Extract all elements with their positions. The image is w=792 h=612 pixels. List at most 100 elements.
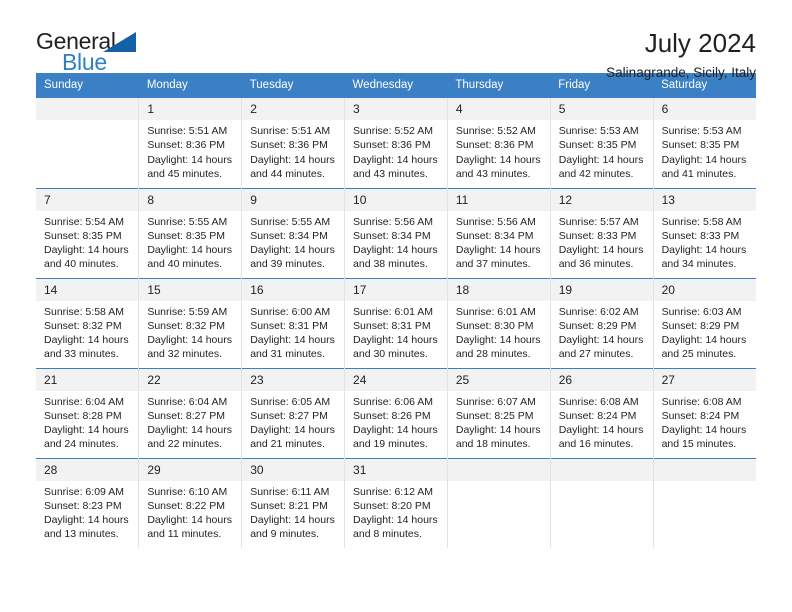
sunrise-text: Sunrise: 6:07 AM bbox=[455, 395, 536, 408]
day-cell[interactable]: 31 Sunrise: 6:12 AM Sunset: 8:20 PM Dayligh… bbox=[344, 457, 448, 548]
day-cell[interactable]: 3 Sunrise: 5:52 AM Sunset: 8:36 PM Daylight… bbox=[344, 98, 448, 188]
sunset-text: Sunset: 8:21 PM bbox=[250, 499, 328, 512]
daylight-text-line1: Daylight: 14 hours bbox=[147, 424, 232, 437]
sunset-text: Sunset: 8:35 PM bbox=[147, 229, 225, 242]
day-cell-inner bbox=[550, 458, 653, 549]
daylight-text-line1: Daylight: 14 hours bbox=[147, 153, 232, 166]
daylight-text-line2: and 18 minutes. bbox=[455, 438, 531, 451]
day-cell[interactable]: 9 Sunrise: 5:55 AM Sunset: 8:34 PM Daylight… bbox=[241, 187, 346, 278]
day-info: Sunrise: 5:55 AM Sunset: 8:34 PM Daylight:… bbox=[242, 211, 344, 272]
day-cell-empty bbox=[36, 98, 140, 188]
day-cell-inner: 25 Sunrise: 6:07 AM Sunset: 8:25 PM Dayligh… bbox=[447, 368, 550, 458]
day-cell-empty bbox=[550, 457, 654, 549]
day-cell[interactable]: 13 Sunrise: 5:58 AM Sunset: 8:33 PM Dayligh… bbox=[653, 187, 756, 278]
sunset-text: Sunset: 8:32 PM bbox=[44, 319, 122, 332]
day-cell[interactable]: 18 Sunrise: 6:01 AM Sunset: 8:30 PM Dayligh… bbox=[447, 277, 551, 368]
sunset-text: Sunset: 8:33 PM bbox=[558, 229, 637, 242]
day-cell[interactable]: 10 Sunrise: 5:56 AM Sunset: 8:34 PM Dayligh… bbox=[344, 187, 448, 278]
day-cell[interactable]: 16 Sunrise: 6:00 AM Sunset: 8:31 PM Dayligh… bbox=[241, 277, 346, 368]
day-info: Sunrise: 6:04 AM Sunset: 8:27 PM Daylight:… bbox=[139, 391, 241, 452]
day-cell[interactable]: 8 Sunrise: 5:55 AM Sunset: 8:35 PM Daylight… bbox=[138, 187, 243, 278]
day-number: 8 bbox=[139, 188, 242, 211]
day-cell[interactable]: 15 Sunrise: 5:59 AM Sunset: 8:32 PM Dayligh… bbox=[138, 277, 243, 368]
daylight-text-line1: Daylight: 14 hours bbox=[661, 334, 747, 347]
day-cell[interactable]: 12 Sunrise: 5:57 AM Sunset: 8:33 PM Dayligh… bbox=[550, 187, 654, 278]
day-cell[interactable]: 29 Sunrise: 6:10 AM Sunset: 8:22 PM Dayligh… bbox=[138, 457, 243, 548]
day-number bbox=[447, 458, 550, 481]
general-blue-logo[interactable]: General Blue bbox=[36, 28, 156, 76]
day-cell[interactable]: 4 Sunrise: 5:52 AM Sunset: 8:36 PM Daylight… bbox=[447, 98, 551, 188]
calendar-body: 1 Sunrise: 5:51 AM Sunset: 8:36 PM Daylight… bbox=[36, 98, 756, 548]
day-cell[interactable]: 27 Sunrise: 6:08 AM Sunset: 8:24 PM Dayligh… bbox=[653, 367, 756, 458]
day-cell[interactable]: 11 Sunrise: 5:56 AM Sunset: 8:34 PM Dayligh… bbox=[447, 187, 551, 278]
day-number bbox=[36, 98, 139, 120]
daylight-text-line1: Daylight: 14 hours bbox=[353, 334, 438, 347]
daylight-text-line2: and 27 minutes. bbox=[558, 348, 634, 361]
day-cell[interactable]: 23 Sunrise: 6:05 AM Sunset: 8:27 PM Dayligh… bbox=[241, 367, 346, 458]
day-cell[interactable]: 19 Sunrise: 6:02 AM Sunset: 8:29 PM Dayligh… bbox=[550, 277, 654, 368]
day-cell[interactable]: 17 Sunrise: 6:01 AM Sunset: 8:31 PM Dayligh… bbox=[344, 277, 448, 368]
sunset-text: Sunset: 8:25 PM bbox=[455, 409, 534, 422]
day-cell[interactable]: 20 Sunrise: 6:03 AM Sunset: 8:29 PM Dayligh… bbox=[653, 277, 756, 368]
day-info: Sunrise: 5:54 AM Sunset: 8:35 PM Daylight:… bbox=[36, 211, 138, 272]
day-number bbox=[550, 458, 653, 481]
day-cell-inner: 10 Sunrise: 5:56 AM Sunset: 8:34 PM Dayligh… bbox=[345, 188, 447, 278]
day-info: Sunrise: 5:53 AM Sunset: 8:35 PM Daylight:… bbox=[654, 120, 756, 181]
calendar-week-row: 7 Sunrise: 5:54 AM Sunset: 8:35 PM Daylight… bbox=[36, 187, 756, 278]
daylight-text-line1: Daylight: 14 hours bbox=[353, 424, 438, 437]
daylight-text-line2: and 41 minutes. bbox=[661, 167, 737, 180]
day-cell[interactable]: 2 Sunrise: 5:51 AM Sunset: 8:36 PM Daylight… bbox=[241, 98, 346, 188]
day-cell[interactable]: 22 Sunrise: 6:04 AM Sunset: 8:27 PM Dayligh… bbox=[138, 367, 243, 458]
daylight-text-line1: Daylight: 14 hours bbox=[353, 244, 438, 257]
day-number: 18 bbox=[447, 278, 550, 301]
day-cell-inner: 5 Sunrise: 5:53 AM Sunset: 8:35 PM Daylight… bbox=[550, 98, 653, 188]
sunset-text: Sunset: 8:36 PM bbox=[147, 139, 225, 152]
day-number: 15 bbox=[139, 278, 242, 301]
logo-text-blue: Blue bbox=[62, 49, 107, 75]
daylight-text-line2: and 31 minutes. bbox=[250, 348, 325, 361]
title-block: July 2024 Salinagrande, Sicily, Italy bbox=[606, 28, 756, 83]
day-cell[interactable]: 14 Sunrise: 5:58 AM Sunset: 8:32 PM Dayligh… bbox=[36, 277, 140, 368]
daylight-text-line2: and 15 minutes. bbox=[661, 438, 737, 451]
day-cell[interactable]: 1 Sunrise: 5:51 AM Sunset: 8:36 PM Daylight… bbox=[138, 98, 243, 188]
weekday-header-monday: Monday bbox=[138, 73, 242, 98]
day-cell[interactable]: 24 Sunrise: 6:06 AM Sunset: 8:26 PM Dayligh… bbox=[344, 367, 448, 458]
day-cell[interactable]: 25 Sunrise: 6:07 AM Sunset: 8:25 PM Dayligh… bbox=[447, 367, 551, 458]
daylight-text-line2: and 25 minutes. bbox=[661, 348, 737, 361]
day-cell[interactable]: 21 Sunrise: 6:04 AM Sunset: 8:28 PM Dayligh… bbox=[36, 367, 140, 458]
day-cell[interactable]: 5 Sunrise: 5:53 AM Sunset: 8:35 PM Daylight… bbox=[550, 98, 654, 188]
sunrise-text: Sunrise: 6:04 AM bbox=[44, 395, 124, 408]
daylight-text-line1: Daylight: 14 hours bbox=[661, 244, 747, 257]
day-info: Sunrise: 6:12 AM Sunset: 8:20 PM Daylight:… bbox=[345, 481, 447, 542]
sunset-text: Sunset: 8:29 PM bbox=[558, 319, 637, 332]
sunset-text: Sunset: 8:22 PM bbox=[147, 499, 225, 512]
day-info: Sunrise: 6:08 AM Sunset: 8:24 PM Daylight:… bbox=[654, 391, 756, 452]
sunset-text: Sunset: 8:26 PM bbox=[353, 409, 431, 422]
day-cell-inner: 26 Sunrise: 6:08 AM Sunset: 8:24 PM Dayligh… bbox=[550, 368, 653, 458]
daylight-text-line1: Daylight: 14 hours bbox=[250, 334, 335, 347]
sunset-text: Sunset: 8:30 PM bbox=[455, 319, 534, 332]
daylight-text-line1: Daylight: 14 hours bbox=[353, 153, 438, 166]
day-number: 24 bbox=[345, 368, 447, 391]
day-cell[interactable]: 6 Sunrise: 5:53 AM Sunset: 8:35 PM Daylight… bbox=[653, 98, 756, 188]
daylight-text-line1: Daylight: 14 hours bbox=[250, 244, 335, 257]
sunrise-text: Sunrise: 6:06 AM bbox=[353, 395, 433, 408]
day-info: Sunrise: 5:51 AM Sunset: 8:36 PM Daylight:… bbox=[242, 120, 344, 181]
day-info: Sunrise: 5:52 AM Sunset: 8:36 PM Daylight:… bbox=[345, 120, 447, 181]
day-cell[interactable]: 28 Sunrise: 6:09 AM Sunset: 8:23 PM Dayligh… bbox=[36, 457, 140, 548]
sunset-text: Sunset: 8:36 PM bbox=[455, 139, 534, 152]
day-cell[interactable]: 30 Sunrise: 6:11 AM Sunset: 8:21 PM Dayligh… bbox=[241, 457, 346, 548]
sunset-text: Sunset: 8:24 PM bbox=[661, 409, 740, 422]
day-cell-inner: 12 Sunrise: 5:57 AM Sunset: 8:33 PM Dayligh… bbox=[550, 188, 653, 278]
day-cell-inner: 21 Sunrise: 6:04 AM Sunset: 8:28 PM Dayligh… bbox=[36, 368, 139, 458]
day-cell[interactable]: 7 Sunrise: 5:54 AM Sunset: 8:35 PM Daylight… bbox=[36, 187, 140, 278]
day-info: Sunrise: 6:06 AM Sunset: 8:26 PM Daylight:… bbox=[345, 391, 447, 452]
sunset-text: Sunset: 8:33 PM bbox=[661, 229, 740, 242]
calendar-table: Sunday Monday Tuesday Wednesday Thursday… bbox=[36, 73, 756, 548]
daylight-text-line2: and 37 minutes. bbox=[455, 258, 531, 271]
sunset-text: Sunset: 8:34 PM bbox=[250, 229, 328, 242]
day-info: Sunrise: 5:56 AM Sunset: 8:34 PM Daylight:… bbox=[345, 211, 447, 272]
day-number: 17 bbox=[345, 278, 447, 301]
weekday-header-wednesday: Wednesday bbox=[344, 73, 448, 98]
day-cell[interactable]: 26 Sunrise: 6:08 AM Sunset: 8:24 PM Dayligh… bbox=[550, 367, 654, 458]
